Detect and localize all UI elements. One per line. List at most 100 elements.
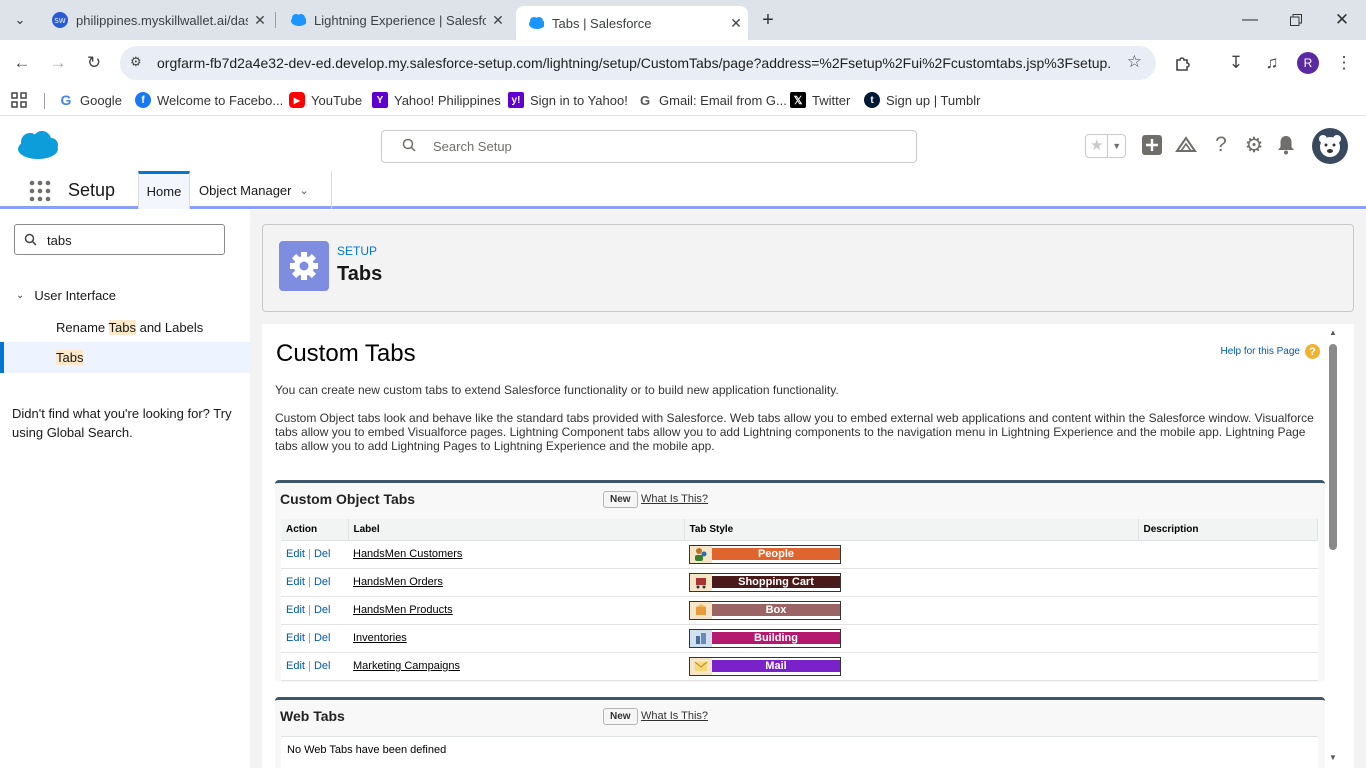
scroll-down-arrow-icon[interactable]: ▼ bbox=[1329, 753, 1337, 762]
del-link[interactable]: Del bbox=[314, 632, 331, 644]
what-is-this-link[interactable]: What Is This? bbox=[641, 710, 708, 722]
del-link[interactable]: Del bbox=[314, 576, 331, 588]
bookmark-google[interactable]: G Google bbox=[58, 92, 122, 108]
tree-section-user-interface[interactable]: ⌄ User Interface bbox=[16, 288, 116, 303]
del-link[interactable]: Del bbox=[314, 548, 331, 560]
google-icon: G bbox=[60, 92, 72, 108]
search-highlight: Tabs bbox=[108, 320, 136, 335]
del-link[interactable]: Del bbox=[314, 604, 331, 616]
browser-tab-lightning[interactable]: Lightning Experience | Salesforce ✕ bbox=[278, 6, 510, 34]
favorites-button[interactable]: ★ ▼ bbox=[1085, 134, 1126, 158]
tab-label-link[interactable]: HandsMen Customers bbox=[353, 548, 462, 560]
forward-arrow-icon[interactable]: → bbox=[43, 48, 73, 78]
new-tab-plus-icon[interactable]: + bbox=[754, 6, 782, 34]
chevron-down-icon[interactable]: ▼ bbox=[1107, 135, 1125, 157]
nav-tab-home[interactable]: Home bbox=[138, 171, 190, 209]
extensions-puzzle-icon[interactable] bbox=[1167, 48, 1197, 78]
tab-label-link[interactable]: Inventories bbox=[353, 632, 407, 644]
favorite-star-icon[interactable]: ★ bbox=[1086, 135, 1107, 157]
tree-section-label: User Interface bbox=[34, 288, 117, 303]
tab-style-swatch: Building bbox=[689, 628, 841, 648]
help-link-label: Help for this Page bbox=[1220, 346, 1301, 357]
close-tab-icon[interactable]: ✕ bbox=[486, 12, 510, 29]
help-question-icon: ? bbox=[1305, 344, 1320, 359]
tab-label-link[interactable]: HandsMen Products bbox=[353, 604, 453, 616]
svg-text:SW: SW bbox=[54, 17, 65, 25]
bookmark-gmail[interactable]: G Gmail: Email from G... bbox=[637, 92, 787, 108]
breadcrumb[interactable]: SETUP bbox=[337, 244, 377, 258]
tree-item-rename-tabs[interactable]: Rename Tabs and Labels bbox=[56, 320, 203, 335]
bookmark-yahoo-ph[interactable]: Y Yahoo! Philippines bbox=[372, 92, 501, 108]
yahoo-icon: Y bbox=[372, 92, 388, 108]
tab-label-link[interactable]: Marketing Campaigns bbox=[353, 660, 460, 672]
what-is-this-link[interactable]: What Is This? bbox=[641, 493, 708, 505]
chevron-down-icon[interactable]: ⌄ bbox=[300, 184, 309, 197]
edit-link[interactable]: Edit bbox=[286, 576, 305, 588]
close-tab-icon[interactable]: ✕ bbox=[248, 12, 272, 29]
edit-link[interactable]: Edit bbox=[286, 604, 305, 616]
browser-tab-skillwallet[interactable]: SW philippines.myskillwallet.ai/dash ✕ bbox=[40, 6, 272, 34]
trailhead-icon[interactable] bbox=[1174, 133, 1198, 157]
global-actions-plus-icon[interactable] bbox=[1140, 133, 1164, 157]
page-title: Tabs bbox=[337, 263, 383, 285]
bookmark-label: Sign in to Yahoo! bbox=[530, 92, 628, 108]
user-avatar[interactable] bbox=[1312, 128, 1348, 164]
apps-grid-icon[interactable] bbox=[11, 92, 27, 108]
new-custom-object-tab-button[interactable]: New bbox=[603, 491, 638, 508]
bookmark-facebook[interactable]: f Welcome to Facebo... bbox=[135, 92, 283, 108]
scroll-up-arrow-icon[interactable]: ▲ bbox=[1329, 328, 1337, 337]
search-setup-input[interactable]: Search Setup bbox=[381, 130, 917, 163]
bookmark-star-icon[interactable]: ☆ bbox=[1127, 52, 1142, 72]
content-scrollbar[interactable]: ▲ ▼ bbox=[1328, 328, 1338, 764]
edit-link[interactable]: Edit bbox=[286, 660, 305, 672]
tab-style-label: Shopping Cart bbox=[712, 576, 840, 588]
tab-search-chevron-icon[interactable]: ⌄ bbox=[6, 6, 34, 34]
close-window-icon[interactable]: ✕ bbox=[1328, 6, 1356, 34]
help-for-page-link[interactable]: Help for this Page ? bbox=[1220, 344, 1320, 359]
setup-gear-icon[interactable]: ⚙ bbox=[1242, 133, 1266, 157]
salesforce-logo-icon[interactable] bbox=[16, 130, 60, 167]
profile-avatar[interactable]: R bbox=[1297, 52, 1319, 74]
tab-label-link[interactable]: HandsMen Orders bbox=[353, 576, 443, 588]
restore-icon[interactable] bbox=[1282, 6, 1310, 34]
minimize-icon[interactable]: — bbox=[1236, 6, 1264, 34]
bookmark-youtube[interactable]: ▶ YouTube bbox=[289, 92, 362, 108]
cart-icon bbox=[690, 573, 712, 591]
nav-tab-object-manager[interactable]: Object Manager ⌄ bbox=[190, 171, 332, 209]
app-launcher-grid-icon[interactable] bbox=[29, 180, 51, 207]
custom-object-tabs-block: Custom Object Tabs New What Is This? Act… bbox=[275, 480, 1325, 682]
bookmark-twitter[interactable]: 𝕏 Twitter bbox=[790, 92, 850, 108]
browser-tab-title: Tabs | Salesforce bbox=[552, 15, 652, 31]
column-header-description: Description bbox=[1138, 519, 1318, 541]
setup-tree-sidebar: tabs ⌄ User Interface Rename Tabs and La… bbox=[0, 210, 250, 768]
page-header: SETUP Tabs bbox=[262, 224, 1354, 312]
downloads-icon[interactable]: ↧ bbox=[1221, 48, 1251, 78]
section-heading: Web Tabs bbox=[280, 708, 345, 724]
help-question-icon[interactable]: ? bbox=[1209, 133, 1233, 157]
media-control-icon[interactable]: ♫ bbox=[1257, 48, 1287, 78]
scrollbar-thumb[interactable] bbox=[1329, 344, 1337, 550]
tree-item-tabs[interactable]: Tabs bbox=[0, 342, 250, 373]
edit-link[interactable]: Edit bbox=[286, 632, 305, 644]
reload-icon[interactable]: ↻ bbox=[79, 48, 109, 78]
browser-menu-kebab-icon[interactable]: ⋮ bbox=[1329, 48, 1359, 78]
new-web-tab-button[interactable]: New bbox=[603, 708, 638, 725]
notifications-bell-icon[interactable] bbox=[1274, 133, 1298, 157]
del-link[interactable]: Del bbox=[314, 660, 331, 672]
column-header-action: Action bbox=[281, 519, 349, 541]
web-tabs-empty-message: No Web Tabs have been defined bbox=[281, 736, 1318, 768]
quick-find-input[interactable]: tabs bbox=[14, 224, 225, 255]
bookmark-yahoo-signin[interactable]: y! Sign in to Yahoo! bbox=[508, 92, 628, 108]
bookmark-tumblr[interactable]: t Sign up | Tumblr bbox=[864, 92, 980, 108]
url-omnibox[interactable]: ⚙ orgfarm-fb7d2a4e32-dev-ed.develop.my.s… bbox=[120, 46, 1156, 80]
page-content: Custom Tabs Help for this Page ? You can… bbox=[262, 324, 1354, 768]
browser-tab-tabs-salesforce[interactable]: Tabs | Salesforce ✕ bbox=[516, 6, 748, 40]
edit-link[interactable]: Edit bbox=[286, 548, 305, 560]
content-title: Custom Tabs bbox=[276, 340, 416, 367]
chevron-down-icon[interactable]: ⌄ bbox=[16, 290, 24, 301]
close-tab-icon[interactable]: ✕ bbox=[724, 15, 748, 32]
yahoo-icon: y! bbox=[508, 92, 524, 108]
site-settings-icon[interactable]: ⚙ bbox=[130, 54, 142, 70]
back-arrow-icon[interactable]: ← bbox=[7, 48, 37, 78]
bookmarks-bar: G Google f Welcome to Facebo... ▶ YouTube Y… bbox=[0, 86, 1366, 116]
